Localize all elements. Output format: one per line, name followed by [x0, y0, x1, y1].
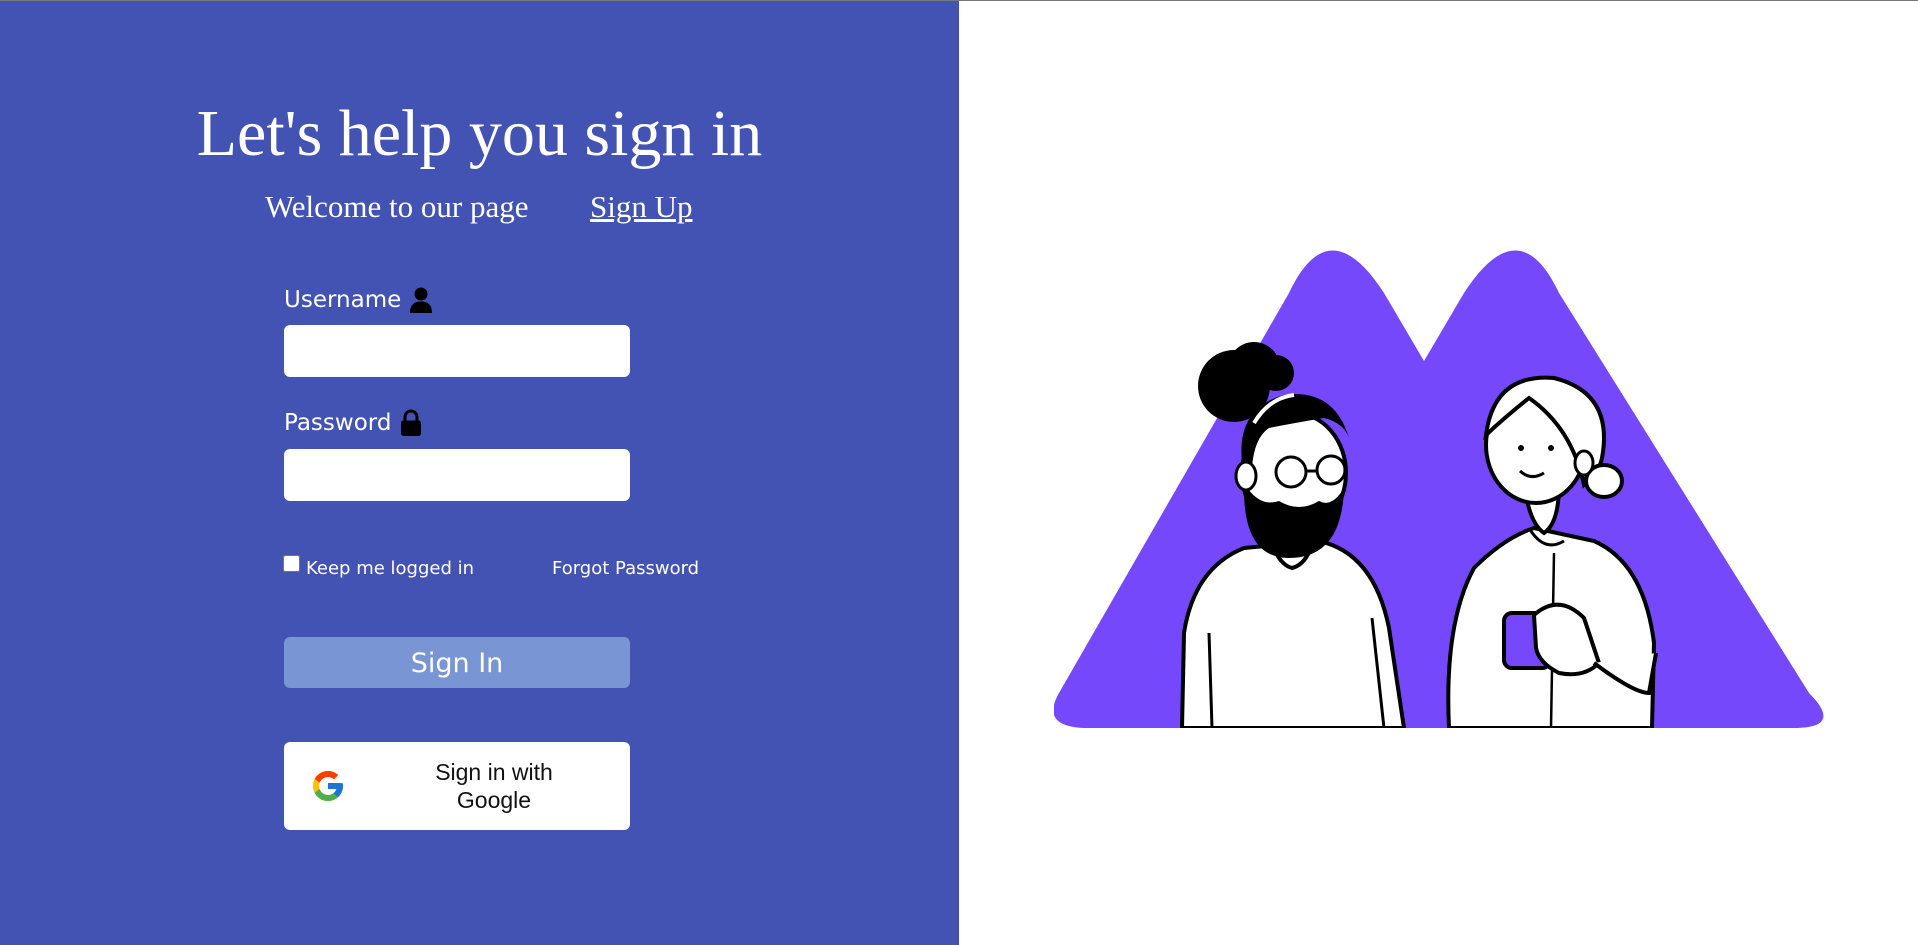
user-icon — [409, 286, 435, 314]
lock-icon — [399, 409, 425, 437]
illustration-panel — [959, 1, 1918, 945]
page-title: Let's help you sign in — [196, 97, 763, 170]
keep-logged-in-row: Keep me logged in — [283, 555, 475, 579]
m-shape-background — [1054, 250, 1824, 728]
google-sign-in-button[interactable]: Sign in with Google — [284, 742, 630, 830]
keep-logged-in-label: Keep me logged in — [306, 558, 475, 579]
google-sign-in-label: Sign in with Google — [435, 759, 553, 813]
forgot-password-link[interactable]: Forgot Password — [552, 558, 699, 579]
username-label-text: Username — [284, 287, 402, 313]
password-label: Password — [284, 408, 425, 438]
password-label-text: Password — [284, 410, 392, 436]
two-people-talking-illustration — [1054, 250, 1824, 728]
username-label: Username — [284, 285, 435, 315]
sign-in-button[interactable]: Sign In — [284, 637, 630, 688]
google-logo-icon — [310, 768, 346, 804]
password-input[interactable] — [284, 449, 630, 501]
welcome-text: Welcome to our page — [265, 189, 529, 224]
keep-logged-in-checkbox[interactable] — [283, 555, 300, 572]
signin-panel: Let's help you sign in Welcome to our pa… — [0, 1, 959, 945]
username-input[interactable] — [284, 325, 630, 377]
signin-page: Let's help you sign in Welcome to our pa… — [0, 0, 1918, 945]
sign-up-link[interactable]: Sign Up — [590, 189, 693, 225]
